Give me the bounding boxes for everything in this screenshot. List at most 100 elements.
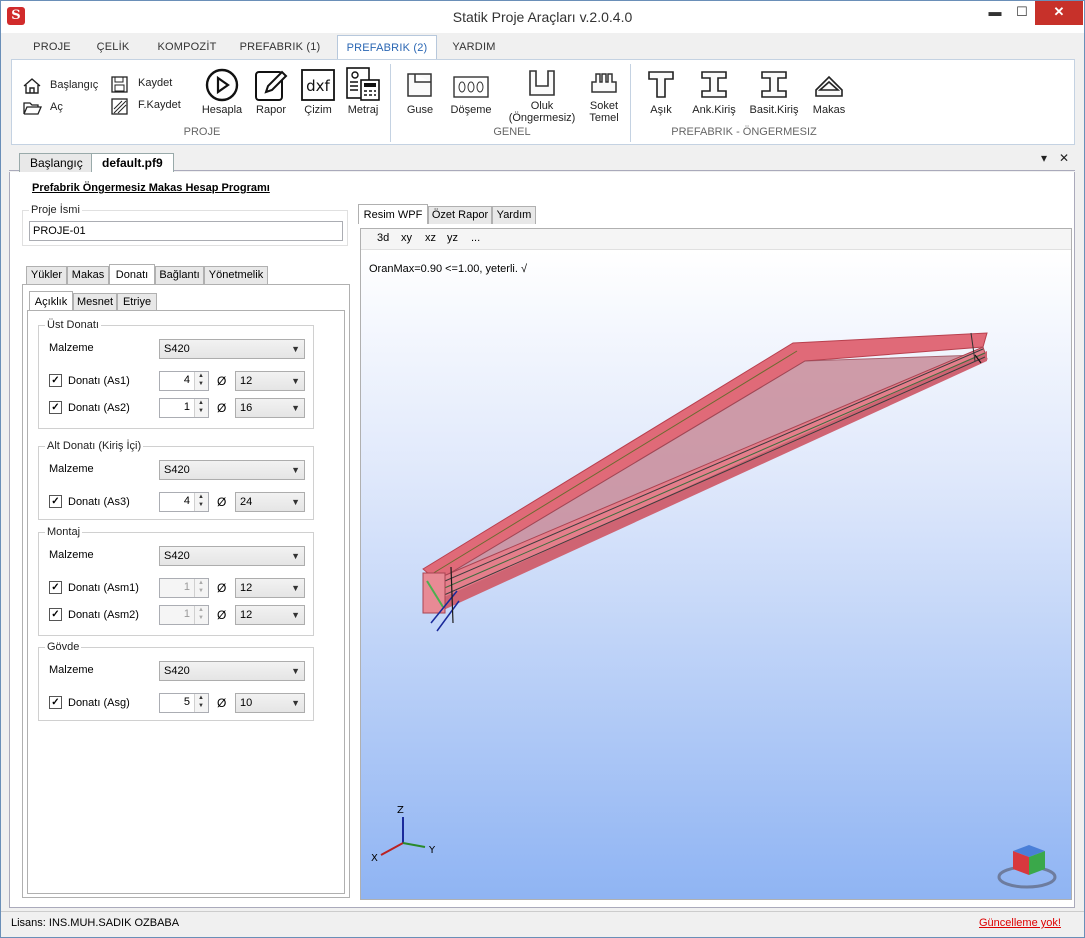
tab-yardim[interactable]: Yardım — [492, 206, 536, 224]
basit-kiris-button[interactable]: Basit.Kiriş — [744, 64, 804, 124]
truss-icon — [815, 75, 843, 97]
soket-button[interactable]: Soket Temel — [582, 64, 626, 128]
asik-button[interactable]: Aşık — [640, 64, 682, 124]
select-value: 12 — [240, 582, 253, 594]
maximize-button[interactable]: ☐ — [1009, 1, 1035, 25]
tab-aciklik[interactable]: Açıklık — [29, 291, 73, 311]
project-name-legend: Proje İsmi — [29, 204, 82, 216]
view-3d-button[interactable]: 3d — [377, 232, 389, 244]
guse-label: Guse — [406, 104, 434, 116]
as2-count-stepper[interactable]: 1 ▲ ▼ — [159, 398, 209, 418]
as3-diameter-select[interactable]: 24 ▼ — [235, 492, 305, 512]
view-more-button[interactable]: ... — [471, 232, 480, 244]
govde-malzeme-select[interactable]: S420 ▼ — [159, 661, 305, 681]
oluk-button[interactable]: Oluk (Öngermesiz) — [506, 64, 578, 128]
ank-kiris-button[interactable]: Ank.Kiriş — [686, 64, 742, 124]
ribbon-tab-celik[interactable]: ÇELİK — [89, 35, 137, 59]
chevron-down-icon: ▼ — [291, 551, 300, 561]
as1-count-stepper[interactable]: 4 ▲ ▼ — [159, 371, 209, 391]
asm1-diameter-select[interactable]: 12 ▼ — [235, 578, 305, 598]
bottom-chord-side — [431, 351, 987, 613]
ribbon-tab-yardim[interactable]: YARDIM — [447, 35, 501, 59]
stepper-buttons[interactable]: ▲ ▼ — [194, 694, 208, 712]
select-value: S420 — [164, 464, 190, 476]
3d-viewport[interactable]: OranMax=0.90 <=1.00, yeterli. √ Z X Y — [361, 251, 1071, 899]
view-xy-button[interactable]: xy — [401, 232, 412, 244]
report-button[interactable]: Rapor — [250, 64, 292, 124]
calculate-button[interactable]: Hesapla — [198, 64, 246, 124]
select-value: S420 — [164, 343, 190, 355]
alt-malzeme-select[interactable]: S420 ▼ — [159, 460, 305, 480]
chevron-down-icon: ▼ — [291, 403, 300, 413]
draw-button[interactable]: dxf Çizim — [298, 64, 338, 124]
asg-count-stepper[interactable]: 5 ▲ ▼ — [159, 693, 209, 713]
ust-malzeme-select[interactable]: S420 ▼ — [159, 339, 305, 359]
ust-donati-legend: Üst Donatı — [45, 319, 101, 331]
save-as-button[interactable]: F.Kaydet — [110, 96, 196, 115]
close-button[interactable]: ✕ — [1035, 1, 1083, 25]
govde-group: Gövde Malzeme S420 ▼ ✓ Donatı (Asg) 5 ▲ ▼ Ø … — [38, 641, 314, 721]
asm2-diameter-select[interactable]: 12 ▼ — [235, 605, 305, 625]
save-button[interactable]: Kaydet — [110, 74, 190, 93]
stepper-buttons[interactable]: ▲ ▼ — [194, 493, 208, 511]
guse-icon — [407, 73, 432, 97]
doc-tab-start[interactable]: Başlangıç — [19, 153, 94, 172]
stepper-value: 4 — [183, 495, 190, 507]
update-link[interactable]: Güncelleme yok! — [979, 917, 1061, 929]
chevron-down-icon: ▼ — [291, 610, 300, 620]
tab-donati[interactable]: Donatı — [109, 264, 155, 284]
quantity-label: Metraj — [347, 104, 379, 116]
ribbon-tab-kompozit[interactable]: KOMPOZİT — [151, 35, 223, 59]
project-name-group: Proje İsmi PROJE-01 — [22, 204, 348, 246]
doc-tab-default[interactable]: default.pf9 — [91, 153, 174, 172]
as1-diameter-select[interactable]: 12 ▼ — [235, 371, 305, 391]
asg-diameter-select[interactable]: 10 ▼ — [235, 693, 305, 713]
check-icon: ✓ — [49, 581, 62, 594]
draw-label: Çizim — [304, 104, 332, 116]
tab-list-dropdown-icon[interactable]: ▾ — [1041, 151, 1047, 165]
tab-ozet-rapor[interactable]: Özet Rapor — [428, 206, 492, 224]
makas-button[interactable]: Makas — [808, 64, 850, 124]
guse-button[interactable]: Guse — [400, 64, 440, 124]
chevron-down-icon: ▼ — [291, 583, 300, 593]
tab-close-icon[interactable]: ✕ — [1059, 151, 1069, 165]
y-axis — [402, 842, 426, 848]
tab-mesnet[interactable]: Mesnet — [73, 293, 117, 311]
as2-label: Donatı (As2) — [68, 402, 130, 414]
malzeme-label: Malzeme — [49, 664, 94, 676]
asg-label: Donatı (Asg) — [68, 697, 130, 709]
doseme-button[interactable]: Döşeme — [446, 64, 496, 124]
tab-resim-wpf[interactable]: Resim WPF — [358, 204, 428, 224]
ank-kiris-label: Ank.Kiriş — [692, 104, 736, 116]
montaj-malzeme-select[interactable]: S420 ▼ — [159, 546, 305, 566]
project-name-input[interactable]: PROJE-01 — [29, 221, 343, 241]
view-yz-button[interactable]: yz — [447, 232, 458, 244]
as2-diameter-select[interactable]: 16 ▼ — [235, 398, 305, 418]
channel-icon — [529, 70, 555, 96]
ribbon-tab-prefabrik-2[interactable]: PREFABRIK (2) — [337, 35, 437, 60]
tab-yukler[interactable]: Yükler — [26, 266, 67, 284]
stepper-buttons[interactable]: ▲ ▼ — [194, 399, 208, 417]
check-icon: ✓ — [49, 374, 62, 387]
open-button[interactable]: Aç — [22, 98, 112, 116]
ribbon-tab-prefabrik-1[interactable]: PREFABRIK (1) — [237, 35, 323, 59]
asm1-label: Donatı (Asm1) — [68, 582, 139, 594]
check-icon: ✓ — [49, 608, 62, 621]
tab-makas[interactable]: Makas — [67, 266, 109, 284]
tab-baglanti[interactable]: Bağlantı — [155, 266, 204, 284]
as3-count-stepper[interactable]: 4 ▲ ▼ — [159, 492, 209, 512]
quantity-button[interactable]: Metraj — [342, 64, 384, 124]
edit-icon — [255, 70, 288, 101]
chevron-down-icon: ▼ — [291, 465, 300, 475]
stepper-value: 1 — [183, 608, 190, 620]
tab-yonetmelik[interactable]: Yönetmelik — [204, 266, 268, 284]
tab-etriye[interactable]: Etriye — [117, 293, 157, 311]
diameter-symbol: Ø — [217, 374, 227, 388]
x-axis — [380, 842, 404, 856]
minimize-button[interactable]: ▬ — [981, 1, 1009, 25]
view-xz-button[interactable]: xz — [425, 232, 436, 244]
stepper-buttons[interactable]: ▲ ▼ — [194, 372, 208, 390]
start-button[interactable]: Başlangıç — [22, 76, 112, 94]
save-as-label: F.Kaydet — [138, 99, 181, 111]
ribbon-tab-proje[interactable]: PROJE — [25, 35, 79, 59]
